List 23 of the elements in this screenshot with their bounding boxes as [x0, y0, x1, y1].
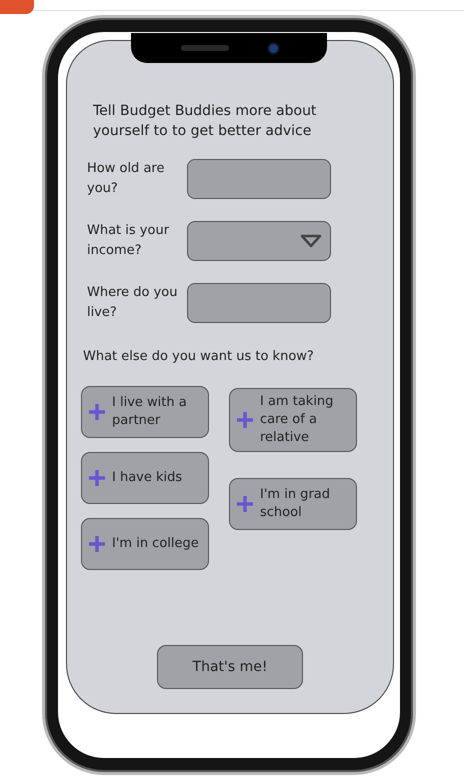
dropdown-caret-icon [300, 234, 322, 248]
speaker-icon [180, 45, 228, 51]
corner-mark [0, 0, 34, 14]
option-button[interactable]: I'm in grad school [229, 478, 357, 530]
camera-icon [268, 44, 278, 52]
options-heading: What else do you want us to know? [83, 349, 315, 364]
intro-text: Tell Budget Buddies more about yourself to to get better advice [92, 102, 318, 141]
field-label: What is your income? [86, 222, 170, 260]
input-field[interactable] [187, 283, 331, 323]
plus-icon [88, 403, 106, 421]
field-label: How old are you? [86, 160, 166, 198]
plus-icon [88, 535, 106, 553]
option-button[interactable]: I live with a partner [81, 386, 209, 438]
plus-icon [88, 469, 106, 487]
option-button[interactable]: I have kids [81, 452, 209, 504]
option-button[interactable]: I am taking care of a relative [229, 388, 357, 452]
submit-button[interactable]: That's me! [157, 645, 303, 689]
option-button[interactable]: I'm in college [81, 518, 209, 570]
input-field[interactable] [187, 159, 331, 199]
field-label: Where do you live? [86, 284, 179, 322]
dropdown-field[interactable] [187, 221, 331, 261]
plus-icon [236, 495, 254, 513]
plus-icon [236, 411, 254, 429]
